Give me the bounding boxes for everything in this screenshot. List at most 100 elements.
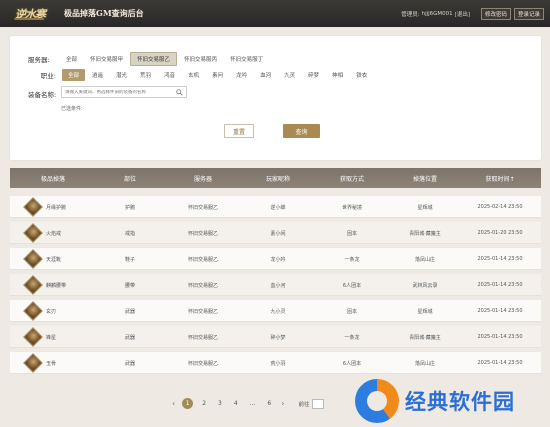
class-option-1[interactable]: 逍遥 bbox=[86, 69, 109, 81]
admin-name: hjjj6GM001 bbox=[421, 10, 453, 17]
class-filter-row: 职业: 全部 逍遥 潜光 荒羽 鸿音 玄机 素问 龙吟 血河 九灵 碎梦 神相 … bbox=[28, 69, 374, 81]
cell-time: 2025-01-14 23:50 bbox=[477, 256, 523, 262]
server-option-a[interactable]: 怀旧交易服甲 bbox=[84, 53, 129, 65]
logo-underline bbox=[14, 18, 44, 20]
search-icon[interactable] bbox=[176, 89, 183, 96]
table-row[interactable]: 玄刃 武器 怀旧交易服乙 九小灵 固本 星辉城 2025-01-14 23:50 bbox=[10, 300, 541, 322]
cell-part: 武器 bbox=[124, 308, 135, 315]
table-row[interactable]: 玉骨 武器 怀旧交易服乙 荒小羽 6人团本 落凤山庄 2025-01-14 23… bbox=[10, 352, 541, 374]
class-option-all[interactable]: 全部 bbox=[62, 69, 86, 81]
class-option-2[interactable]: 潜光 bbox=[110, 69, 133, 81]
page-3[interactable]: 3 bbox=[218, 400, 222, 407]
class-option-8[interactable]: 血河 bbox=[254, 69, 277, 81]
cell-time: 2025-01-14 23:50 bbox=[477, 282, 523, 288]
page-6[interactable]: 6 bbox=[267, 400, 271, 407]
equip-search-box[interactable] bbox=[61, 86, 187, 98]
selected-conditions: 已选条件: bbox=[61, 106, 83, 112]
class-option-4[interactable]: 鸿音 bbox=[158, 69, 181, 81]
class-option-12[interactable]: 铁衣 bbox=[350, 69, 373, 81]
server-filter-row: 服务器: 全部 怀旧交易服甲 怀旧交易服乙 怀旧交易服丙 怀旧交易服丁 bbox=[28, 52, 270, 66]
cell-server: 怀旧交易服乙 bbox=[187, 334, 218, 341]
filter-panel: 服务器: 全部 怀旧交易服甲 怀旧交易服乙 怀旧交易服丙 怀旧交易服丁 职业: … bbox=[10, 36, 541, 160]
cell-server: 怀旧交易服乙 bbox=[187, 256, 218, 263]
cell-player: 九小灵 bbox=[270, 308, 286, 315]
cell-player: 龙小吟 bbox=[270, 256, 286, 263]
cell-method: 固本 bbox=[346, 308, 357, 315]
cell-method: 一条龙 bbox=[344, 256, 360, 263]
cell-location: 武林风云录 bbox=[412, 282, 438, 289]
table-row[interactable]: 月缘护腕 护腕 怀旧交易服乙 逆小蝉 世界秘境 星辉城 2025-02-14 2… bbox=[10, 196, 541, 218]
class-option-5[interactable]: 玄机 bbox=[182, 69, 205, 81]
class-option-11[interactable]: 神相 bbox=[326, 69, 349, 81]
class-option-7[interactable]: 龙吟 bbox=[230, 69, 253, 81]
cell-location: 星辉城 bbox=[417, 308, 433, 315]
table-row[interactable]: 天涯靴 鞋子 怀旧交易服乙 龙小吟 一条龙 落凤山庄 2025-01-14 23… bbox=[10, 248, 541, 270]
cell-time: 2025-01-14 23:50 bbox=[477, 308, 523, 314]
cell-server: 怀旧交易服乙 bbox=[187, 230, 218, 237]
cell-part: 护腕 bbox=[124, 204, 135, 211]
admin-label: 管理员: bbox=[401, 11, 420, 18]
item-name: 火焰戒 bbox=[46, 230, 62, 237]
class-option-3[interactable]: 荒羽 bbox=[134, 69, 157, 81]
col-server: 服务器 bbox=[193, 175, 212, 183]
item-icon bbox=[23, 327, 43, 347]
cell-time: 2025-01-20 23:50 bbox=[477, 230, 523, 236]
login-records-button[interactable]: 登录记录 bbox=[513, 7, 544, 20]
item-icon bbox=[23, 249, 43, 269]
page-1[interactable]: 1 bbox=[182, 398, 194, 409]
query-button[interactable]: 查询 bbox=[283, 124, 320, 138]
item-name: 麒麟腰带 bbox=[46, 282, 67, 289]
cell-method: 一条龙 bbox=[344, 334, 360, 341]
table-row[interactable]: 麒麟腰带 腰带 怀旧交易服乙 血小河 6人团本 武林风云录 2025-01-14… bbox=[10, 274, 541, 296]
next-page-button[interactable]: › bbox=[281, 399, 284, 408]
col-location: 掉落位置 bbox=[412, 175, 437, 183]
server-option-c[interactable]: 怀旧交易服丙 bbox=[178, 53, 223, 65]
logout-link[interactable]: [退出] bbox=[455, 10, 470, 18]
col-time-sort[interactable]: 获取时间↑ bbox=[470, 174, 530, 183]
cell-part: 鞋子 bbox=[124, 256, 135, 263]
class-label: 职业: bbox=[40, 72, 56, 80]
equip-filter-row: 装备名称: bbox=[28, 89, 60, 99]
item-name: 月缘护腕 bbox=[46, 204, 67, 211]
cell-player: 血小河 bbox=[270, 282, 286, 289]
watermark-logo-icon bbox=[355, 379, 399, 423]
item-name: 玄刃 bbox=[46, 308, 57, 315]
prev-page-button[interactable]: ‹ bbox=[172, 399, 175, 408]
cell-location: 落凤山庄 bbox=[414, 360, 435, 367]
table-row[interactable]: 火焰戒 戒指 怀旧交易服乙 素小闲 固本 青阳城·藏魔主 2025-01-20 … bbox=[10, 222, 541, 244]
watermark-text: 经典软件园 bbox=[405, 390, 515, 414]
page-2[interactable]: 2 bbox=[202, 400, 206, 407]
equip-search-input[interactable] bbox=[65, 89, 175, 95]
goto-input[interactable] bbox=[312, 398, 325, 409]
item-name: 玉骨 bbox=[46, 360, 57, 367]
table-header: 极品掉落 部位 服务器 玩家昵称 获取方式 掉落位置 获取时间↑ bbox=[10, 168, 541, 188]
class-option-6[interactable]: 素问 bbox=[206, 69, 229, 81]
server-option-b[interactable]: 怀旧交易服乙 bbox=[130, 52, 178, 66]
change-password-button[interactable]: 修改密码 bbox=[480, 7, 511, 20]
top-header: 逆水寒 极品掉落GM查询后台 管理员: hjjj6GM001 [退出] 修改密码… bbox=[0, 0, 550, 27]
app-title: 极品掉落GM查询后台 bbox=[64, 8, 144, 18]
item-name: 天涯靴 bbox=[46, 256, 62, 263]
cell-method: 固本 bbox=[346, 230, 357, 237]
class-option-9[interactable]: 九灵 bbox=[278, 69, 301, 81]
cell-server: 怀旧交易服乙 bbox=[187, 360, 218, 367]
pagination: ‹ 1 2 3 4 ... 6 › 前往 bbox=[168, 398, 325, 409]
cell-player: 碎小梦 bbox=[270, 334, 286, 341]
page-4[interactable]: 4 bbox=[234, 400, 238, 407]
game-logo: 逆水寒 bbox=[0, 0, 60, 27]
cell-time: 2025-01-14 23:50 bbox=[477, 334, 523, 340]
col-player: 玩家昵称 bbox=[265, 175, 290, 183]
server-option-d[interactable]: 怀旧交易服丁 bbox=[224, 53, 269, 65]
reset-button[interactable]: 重置 bbox=[224, 124, 254, 138]
col-item: 极品掉落 bbox=[40, 175, 65, 183]
site-watermark: 经典软件园 bbox=[355, 375, 550, 427]
cell-player: 素小闲 bbox=[270, 230, 286, 237]
cell-time: 2025-01-14 23:50 bbox=[477, 360, 523, 366]
server-option-all[interactable]: 全部 bbox=[60, 53, 83, 65]
cell-part: 武器 bbox=[124, 360, 135, 367]
cell-location: 青阳城·藏魔主 bbox=[409, 230, 441, 237]
table-row[interactable]: 锋星 武器 怀旧交易服乙 碎小梦 一条龙 青阳城·藏魔主 2025-01-14 … bbox=[10, 326, 541, 348]
col-method: 获取方式 bbox=[339, 175, 364, 183]
cell-server: 怀旧交易服乙 bbox=[187, 204, 218, 211]
class-option-10[interactable]: 碎梦 bbox=[302, 69, 325, 81]
